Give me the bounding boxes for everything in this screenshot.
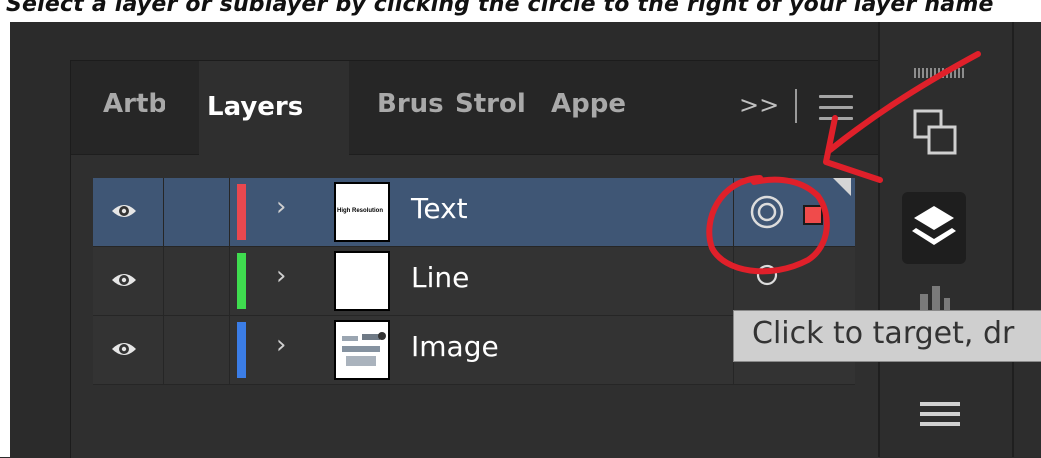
layer-name[interactable]: Line bbox=[411, 261, 469, 294]
tab-stroke[interactable]: Strol bbox=[455, 89, 539, 119]
layer-color-bar bbox=[237, 184, 246, 240]
target-circle-icon[interactable] bbox=[749, 194, 785, 230]
panel-menu-icon[interactable] bbox=[819, 95, 853, 121]
hamburger-menu-icon[interactable] bbox=[920, 402, 960, 426]
expand-chevron-icon[interactable]: › bbox=[276, 330, 286, 360]
dock-grip-handle[interactable] bbox=[914, 68, 964, 78]
tool-dock bbox=[878, 22, 1041, 457]
target-circle-icon[interactable] bbox=[755, 263, 779, 287]
tab-appearance[interactable]: Appe bbox=[551, 89, 631, 119]
tab-separator bbox=[795, 89, 797, 123]
tooltip: Click to target, dr bbox=[733, 310, 1041, 362]
layer-row-line[interactable]: › Line bbox=[93, 247, 855, 316]
panel-tab-bar: Artb Layers Brus Strol Appe >> bbox=[71, 61, 879, 155]
expand-chevron-icon[interactable]: › bbox=[276, 261, 286, 291]
thumbnail-text: High Resolution bbox=[337, 208, 383, 214]
layer-name[interactable]: Text bbox=[411, 192, 468, 225]
corner-indicator bbox=[833, 178, 851, 196]
expand-chevron-icon[interactable]: › bbox=[276, 192, 286, 222]
tooltip-text: Click to target, dr bbox=[752, 316, 1015, 351]
tab-artboards[interactable]: Artb bbox=[103, 89, 165, 119]
layer-thumbnail bbox=[334, 251, 390, 311]
layer-color-bar bbox=[237, 322, 246, 378]
tab-layers[interactable]: Layers bbox=[199, 61, 349, 155]
tab-brushes[interactable]: Brus bbox=[377, 89, 443, 119]
caption-text: Select a layer or sublayer by clicking t… bbox=[6, 0, 994, 17]
layers-dock-button[interactable] bbox=[902, 192, 966, 264]
instruction-caption: Select a layer or sublayer by clicking t… bbox=[0, 0, 1041, 22]
layer-color-bar bbox=[237, 253, 246, 309]
visibility-eye-icon[interactable] bbox=[111, 338, 137, 360]
layers-panel: Artb Layers Brus Strol Appe >> › High Re… bbox=[70, 60, 879, 458]
layer-row-text[interactable]: › High Resolution Text bbox=[93, 178, 855, 247]
layer-thumbnail: High Resolution bbox=[334, 182, 390, 242]
visibility-eye-icon[interactable] bbox=[111, 269, 137, 291]
artboards-icon[interactable] bbox=[912, 108, 960, 160]
selection-indicator[interactable] bbox=[803, 205, 823, 225]
layer-thumbnail bbox=[334, 320, 390, 380]
tab-overflow-button[interactable]: >> bbox=[739, 91, 779, 119]
visibility-eye-icon[interactable] bbox=[111, 200, 137, 222]
layer-name[interactable]: Image bbox=[411, 330, 499, 363]
layers-stack-icon bbox=[912, 206, 956, 245]
left-edge bbox=[0, 22, 10, 457]
